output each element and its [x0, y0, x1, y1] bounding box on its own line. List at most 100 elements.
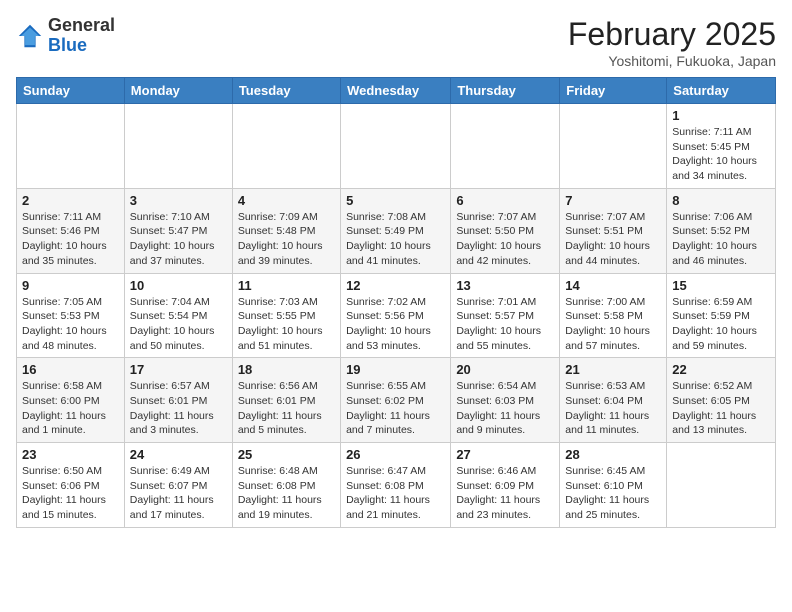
day-number: 12 — [346, 278, 445, 293]
day-number: 16 — [22, 362, 119, 377]
day-number: 15 — [672, 278, 770, 293]
day-info: Sunrise: 7:06 AM Sunset: 5:52 PM Dayligh… — [672, 210, 770, 269]
calendar-cell: 15Sunrise: 6:59 AM Sunset: 5:59 PM Dayli… — [667, 273, 776, 358]
day-number: 14 — [565, 278, 661, 293]
day-info: Sunrise: 6:50 AM Sunset: 6:06 PM Dayligh… — [22, 464, 119, 523]
weekday-header-sunday: Sunday — [17, 78, 125, 104]
day-number: 25 — [238, 447, 335, 462]
day-number: 10 — [130, 278, 227, 293]
day-number: 7 — [565, 193, 661, 208]
calendar-cell: 7 Sunrise: 7:07 AM Sunset: 5:51 PM Daylig… — [560, 188, 667, 273]
weekday-header-thursday: Thursday — [451, 78, 560, 104]
day-number: 5 — [346, 193, 445, 208]
calendar-cell: 19 Sunrise: 6:55 AM Sunset: 6:02 PM Dayli… — [341, 358, 451, 443]
weekday-header-friday: Friday — [560, 78, 667, 104]
calendar-cell: 9 Sunrise: 7:05 AM Sunset: 5:53 PM Daylig… — [17, 273, 125, 358]
calendar-week-row: 9 Sunrise: 7:05 AM Sunset: 5:53 PM Daylig… — [17, 273, 776, 358]
weekday-header-monday: Monday — [124, 78, 232, 104]
day-number: 22 — [672, 362, 770, 377]
day-number: 4 — [238, 193, 335, 208]
weekday-header-saturday: Saturday — [667, 78, 776, 104]
calendar-cell — [667, 443, 776, 528]
calendar-week-row: 16 Sunrise: 6:58 AM Sunset: 6:00 PM Dayli… — [17, 358, 776, 443]
day-number: 9 — [22, 278, 119, 293]
day-info: Sunrise: 6:48 AM Sunset: 6:08 PM Dayligh… — [238, 464, 335, 523]
calendar-cell — [451, 104, 560, 189]
day-info: Sunrise: 6:56 AM Sunset: 6:01 PM Dayligh… — [238, 379, 335, 438]
calendar-cell — [341, 104, 451, 189]
day-info: Sunrise: 7:01 AM Sunset: 5:57 PM Dayligh… — [456, 295, 554, 354]
day-number: 21 — [565, 362, 661, 377]
calendar-cell: 3 Sunrise: 7:10 AM Sunset: 5:47 PM Daylig… — [124, 188, 232, 273]
day-info: Sunrise: 7:02 AM Sunset: 5:56 PM Dayligh… — [346, 295, 445, 354]
day-info: Sunrise: 6:57 AM Sunset: 6:01 PM Dayligh… — [130, 379, 227, 438]
calendar-cell: 8 Sunrise: 7:06 AM Sunset: 5:52 PM Daylig… — [667, 188, 776, 273]
day-info: Sunrise: 7:07 AM Sunset: 5:50 PM Dayligh… — [456, 210, 554, 269]
calendar-cell: 4 Sunrise: 7:09 AM Sunset: 5:48 PM Daylig… — [232, 188, 340, 273]
day-info: Sunrise: 7:04 AM Sunset: 5:54 PM Dayligh… — [130, 295, 227, 354]
weekday-header-row: SundayMondayTuesdayWednesdayThursdayFrid… — [17, 78, 776, 104]
calendar-cell: 16 Sunrise: 6:58 AM Sunset: 6:00 PM Dayli… — [17, 358, 125, 443]
day-number: 17 — [130, 362, 227, 377]
day-info: Sunrise: 6:53 AM Sunset: 6:04 PM Dayligh… — [565, 379, 661, 438]
day-number: 3 — [130, 193, 227, 208]
day-info: Sunrise: 6:52 AM Sunset: 6:05 PM Dayligh… — [672, 379, 770, 438]
day-info: Sunrise: 6:58 AM Sunset: 6:00 PM Dayligh… — [22, 379, 119, 438]
day-number: 23 — [22, 447, 119, 462]
day-number: 13 — [456, 278, 554, 293]
day-number: 6 — [456, 193, 554, 208]
day-info: Sunrise: 7:08 AM Sunset: 5:49 PM Dayligh… — [346, 210, 445, 269]
day-info: Sunrise: 6:46 AM Sunset: 6:09 PM Dayligh… — [456, 464, 554, 523]
day-number: 20 — [456, 362, 554, 377]
calendar-cell: 27 Sunrise: 6:46 AM Sunset: 6:09 PM Dayli… — [451, 443, 560, 528]
day-number: 11 — [238, 278, 335, 293]
day-number: 19 — [346, 362, 445, 377]
calendar-cell — [232, 104, 340, 189]
calendar-cell: 21 Sunrise: 6:53 AM Sunset: 6:04 PM Dayli… — [560, 358, 667, 443]
day-info: Sunrise: 7:07 AM Sunset: 5:51 PM Dayligh… — [565, 210, 661, 269]
day-info: Sunrise: 7:05 AM Sunset: 5:53 PM Dayligh… — [22, 295, 119, 354]
calendar-cell: 6 Sunrise: 7:07 AM Sunset: 5:50 PM Daylig… — [451, 188, 560, 273]
page-header: General Blue February 2025 Yoshitomi, Fu… — [16, 16, 776, 69]
day-info: Sunrise: 7:00 AM Sunset: 5:58 PM Dayligh… — [565, 295, 661, 354]
day-number: 28 — [565, 447, 661, 462]
title-block: February 2025 Yoshitomi, Fukuoka, Japan — [568, 16, 776, 69]
day-number: 26 — [346, 447, 445, 462]
calendar-cell: 5 Sunrise: 7:08 AM Sunset: 5:49 PM Daylig… — [341, 188, 451, 273]
day-number: 27 — [456, 447, 554, 462]
calendar-cell: 13 Sunrise: 7:01 AM Sunset: 5:57 PM Dayli… — [451, 273, 560, 358]
day-info: Sunrise: 7:10 AM Sunset: 5:47 PM Dayligh… — [130, 210, 227, 269]
logo: General Blue — [16, 16, 115, 56]
day-info: Sunrise: 7:11 AM Sunset: 5:46 PM Dayligh… — [22, 210, 119, 269]
calendar-week-row: 23 Sunrise: 6:50 AM Sunset: 6:06 PM Dayli… — [17, 443, 776, 528]
day-info: Sunrise: 6:54 AM Sunset: 6:03 PM Dayligh… — [456, 379, 554, 438]
logo-text: General Blue — [48, 16, 115, 56]
calendar-cell: 12 Sunrise: 7:02 AM Sunset: 5:56 PM Dayli… — [341, 273, 451, 358]
calendar-cell — [17, 104, 125, 189]
day-info: Sunrise: 7:03 AM Sunset: 5:55 PM Dayligh… — [238, 295, 335, 354]
day-number: 8 — [672, 193, 770, 208]
day-info: Sunrise: 7:09 AM Sunset: 5:48 PM Dayligh… — [238, 210, 335, 269]
calendar-cell: 23 Sunrise: 6:50 AM Sunset: 6:06 PM Dayli… — [17, 443, 125, 528]
day-number: 1 — [672, 108, 770, 123]
day-number: 18 — [238, 362, 335, 377]
day-info: Sunrise: 7:11 AM Sunset: 5:45 PM Dayligh… — [672, 125, 770, 184]
calendar-cell: 18 Sunrise: 6:56 AM Sunset: 6:01 PM Dayli… — [232, 358, 340, 443]
calendar-cell: 1 Sunrise: 7:11 AM Sunset: 5:45 PM Daylig… — [667, 104, 776, 189]
day-info: Sunrise: 6:55 AM Sunset: 6:02 PM Dayligh… — [346, 379, 445, 438]
calendar-cell: 17 Sunrise: 6:57 AM Sunset: 6:01 PM Dayli… — [124, 358, 232, 443]
calendar-week-row: 1 Sunrise: 7:11 AM Sunset: 5:45 PM Daylig… — [17, 104, 776, 189]
calendar-cell — [124, 104, 232, 189]
calendar-cell: 14 Sunrise: 7:00 AM Sunset: 5:58 PM Dayli… — [560, 273, 667, 358]
day-info: Sunrise: 6:47 AM Sunset: 6:08 PM Dayligh… — [346, 464, 445, 523]
calendar-cell: 11 Sunrise: 7:03 AM Sunset: 5:55 PM Dayli… — [232, 273, 340, 358]
calendar-cell: 20 Sunrise: 6:54 AM Sunset: 6:03 PM Dayli… — [451, 358, 560, 443]
calendar-cell: 25 Sunrise: 6:48 AM Sunset: 6:08 PM Dayli… — [232, 443, 340, 528]
calendar-cell: 10 Sunrise: 7:04 AM Sunset: 5:54 PM Dayli… — [124, 273, 232, 358]
calendar-week-row: 2 Sunrise: 7:11 AM Sunset: 5:46 PM Daylig… — [17, 188, 776, 273]
day-number: 2 — [22, 193, 119, 208]
day-number: 24 — [130, 447, 227, 462]
calendar-cell: 2 Sunrise: 7:11 AM Sunset: 5:46 PM Daylig… — [17, 188, 125, 273]
calendar-cell: 22 Sunrise: 6:52 AM Sunset: 6:05 PM Dayli… — [667, 358, 776, 443]
calendar-cell — [560, 104, 667, 189]
